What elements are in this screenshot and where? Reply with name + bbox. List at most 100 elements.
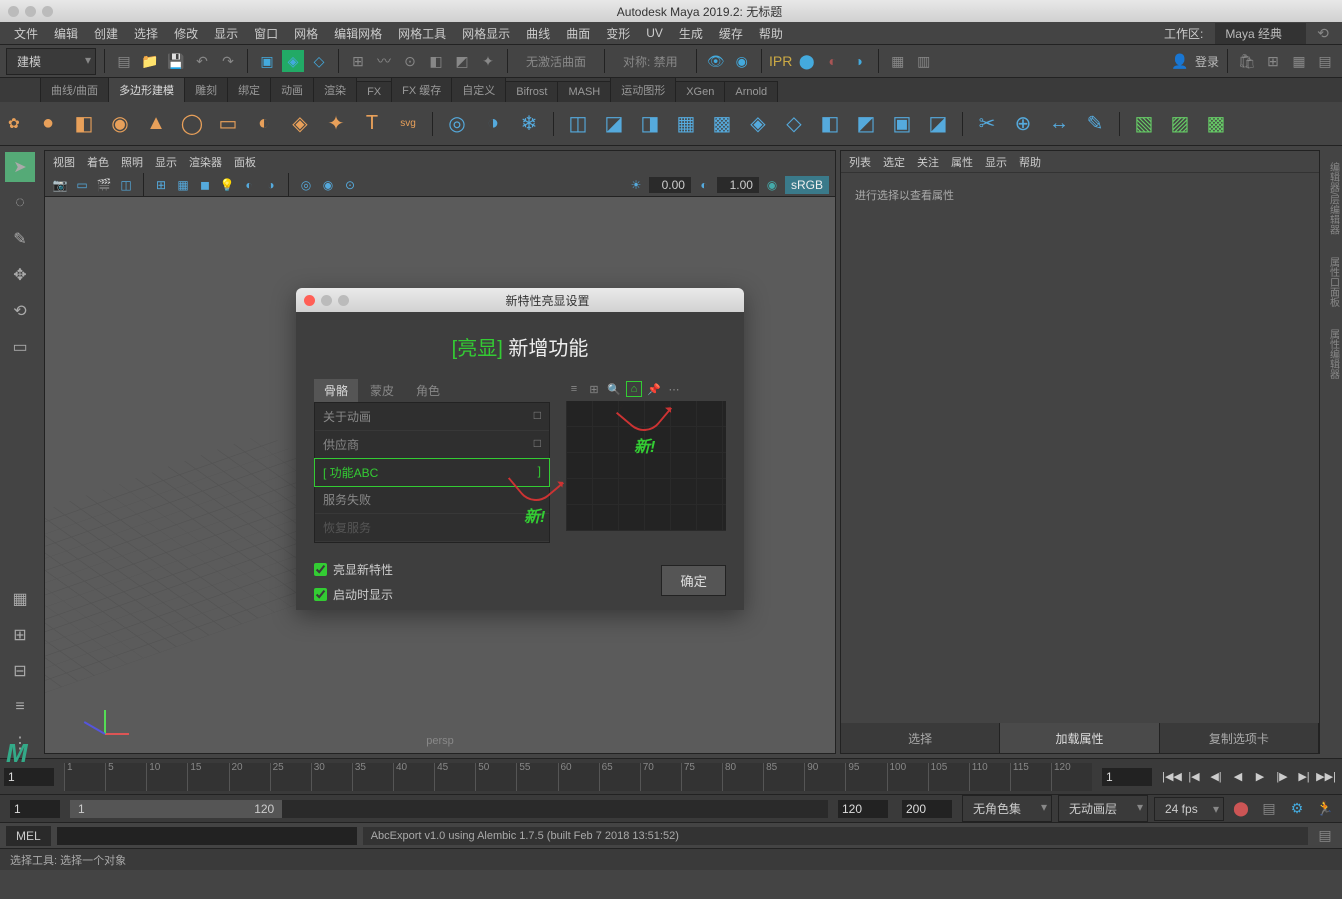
- save-icon[interactable]: 💾: [165, 50, 187, 72]
- vp-xray-icon[interactable]: ◉: [319, 176, 337, 194]
- shelf-cube-icon[interactable]: ◧: [68, 108, 100, 140]
- range-end2[interactable]: 200: [902, 800, 952, 818]
- lasso-tool-icon[interactable]: ◌: [5, 188, 35, 218]
- shelf-uv1-icon[interactable]: ▧: [1128, 108, 1160, 140]
- view-menu-item[interactable]: 显示: [155, 154, 177, 170]
- dialog-tab-character[interactable]: 角色: [406, 379, 450, 402]
- scale-tool-icon[interactable]: ▭: [5, 332, 35, 362]
- attr-menu-item[interactable]: 属性: [951, 154, 973, 170]
- select-paint-icon[interactable]: ◇: [308, 50, 330, 72]
- attr-menu-item[interactable]: 显示: [985, 154, 1007, 170]
- shelf-tab[interactable]: 自定义: [451, 77, 506, 102]
- mode-dropdown[interactable]: 建模: [6, 48, 96, 75]
- list-item[interactable]: 恢复服务: [315, 514, 549, 542]
- layout-d-icon[interactable]: ≡: [5, 692, 35, 722]
- workspace-selector[interactable]: 工作区: Maya 经典 ⟲: [1158, 22, 1334, 44]
- attr-tab-copy[interactable]: 复制选项卡: [1160, 723, 1319, 753]
- snap-curve-icon[interactable]: 〰: [373, 50, 395, 72]
- pv-list-icon[interactable]: ≡: [566, 381, 582, 397]
- login-text[interactable]: 登录: [1195, 53, 1219, 70]
- view-menu-item[interactable]: 渲染器: [189, 154, 222, 170]
- range-opts-icon[interactable]: ▤: [1258, 798, 1280, 820]
- menu-网格[interactable]: 网格: [288, 23, 324, 44]
- isolate-icon[interactable]: 👁: [705, 50, 727, 72]
- shelf-tab[interactable]: 雕刻: [184, 77, 228, 102]
- view-menu-item[interactable]: 着色: [87, 154, 109, 170]
- shelf-extrude-icon[interactable]: ◩: [850, 108, 882, 140]
- shelf-tab[interactable]: 运动图形: [610, 77, 676, 102]
- shelf-gear-icon[interactable]: ✿: [8, 115, 28, 132]
- snap-grid-icon[interactable]: ⊞: [347, 50, 369, 72]
- vp-shadow-icon[interactable]: ◐: [240, 176, 258, 194]
- time-slider[interactable]: 1 15101520253035404550556065707580859095…: [0, 758, 1342, 794]
- attr-menu-item[interactable]: 关注: [917, 154, 939, 170]
- shelf-cylinder-icon[interactable]: ◉: [104, 108, 136, 140]
- open-icon[interactable]: 📁: [139, 50, 161, 72]
- menu-编辑[interactable]: 编辑: [48, 23, 84, 44]
- shelf-connect-icon[interactable]: ↔: [1043, 108, 1075, 140]
- menu-网格显示[interactable]: 网格显示: [456, 23, 516, 44]
- menu-缓存[interactable]: 缓存: [713, 23, 749, 44]
- shelf-uv3-icon[interactable]: ▩: [1200, 108, 1232, 140]
- shelf-tab[interactable]: FX: [356, 81, 392, 102]
- shelf-sym-icon[interactable]: ◑: [477, 108, 509, 140]
- shelf-tab[interactable]: 渲染: [313, 77, 357, 102]
- symmetry-label[interactable]: 对称: 禁用: [613, 53, 688, 70]
- pv-opt-icon[interactable]: ⋯: [666, 381, 682, 397]
- vp-cm-icon[interactable]: ◉: [763, 176, 781, 194]
- viewport-toolbar[interactable]: 📷 ▭ 🎬 ◫ ⊞ ▦ ◼ 💡 ◐ ◑ ◎ ◉ ⊙ ☀ 0.00 ◐ 1.00 …: [45, 173, 835, 197]
- shelf-plane-icon[interactable]: ▭: [212, 108, 244, 140]
- shelf-cone-icon[interactable]: ▲: [140, 108, 172, 140]
- menu-修改[interactable]: 修改: [168, 23, 204, 44]
- paint-select-tool-icon[interactable]: ✎: [5, 224, 35, 254]
- close-icon[interactable]: [304, 295, 315, 306]
- step-back-icon[interactable]: ◀|: [1206, 767, 1226, 787]
- shelf-retopo-icon[interactable]: ◇: [778, 108, 810, 140]
- shelf-quad-draw-icon[interactable]: ✎: [1079, 108, 1111, 140]
- vp-grid-icon[interactable]: ⊞: [152, 176, 170, 194]
- character-set-dropdown[interactable]: 无角色集: [962, 795, 1052, 822]
- fps-dropdown[interactable]: 24 fps: [1154, 797, 1224, 821]
- select-lasso-icon[interactable]: ◈: [282, 50, 304, 72]
- command-line-bar[interactable]: MEL AbcExport v1.0 using Alembic 1.7.5 (…: [0, 822, 1342, 848]
- shelf-tab[interactable]: Arnold: [724, 81, 778, 102]
- render-region-icon[interactable]: ◐: [822, 50, 844, 72]
- snap-point-icon[interactable]: ⊙: [399, 50, 421, 72]
- attr-menu-bar[interactable]: 列表选定关注属性显示帮助: [841, 151, 1319, 173]
- layout-b-icon[interactable]: ⊞: [5, 620, 35, 650]
- traffic-lights[interactable]: [8, 6, 53, 17]
- play-fwd-icon[interactable]: ▶: [1250, 767, 1270, 787]
- vp-film-icon[interactable]: 🎬: [95, 176, 113, 194]
- range-start[interactable]: 1: [10, 800, 60, 818]
- script-lang-button[interactable]: MEL: [6, 826, 51, 846]
- human-ik-icon[interactable]: 🏃: [1314, 798, 1336, 820]
- new-icon[interactable]: ▤: [113, 50, 135, 72]
- time-current-end[interactable]: 1: [1102, 768, 1152, 786]
- vp-light-icon[interactable]: 💡: [218, 176, 236, 194]
- view-menu-item[interactable]: 视图: [53, 154, 75, 170]
- snap-live-icon[interactable]: ✦: [477, 50, 499, 72]
- goto-end-icon[interactable]: ▶▶|: [1316, 767, 1336, 787]
- vp-ao-icon[interactable]: ◑: [262, 176, 280, 194]
- shelf-snap-icon[interactable]: ❄: [513, 108, 545, 140]
- list-item[interactable]: 关于动画□: [315, 403, 549, 431]
- menu-文件[interactable]: 文件: [8, 23, 44, 44]
- marketplace-icon[interactable]: 🛍: [1236, 50, 1258, 72]
- render-icon[interactable]: ⬤: [796, 50, 818, 72]
- shelf-combine-icon[interactable]: ◫: [562, 108, 594, 140]
- layout-c-icon[interactable]: ⊟: [5, 656, 35, 686]
- menu-生成[interactable]: 生成: [673, 23, 709, 44]
- layout-outliner-icon[interactable]: ▤: [1314, 50, 1336, 72]
- pv-search-icon[interactable]: 🔍: [606, 381, 622, 397]
- workspace-dropdown[interactable]: Maya 经典: [1215, 23, 1306, 44]
- anim-prefs-icon[interactable]: ⚙: [1286, 798, 1308, 820]
- vp-res-icon[interactable]: ◫: [117, 176, 135, 194]
- shelf-tab[interactable]: 动画: [270, 77, 314, 102]
- menu-显示[interactable]: 显示: [208, 23, 244, 44]
- layout-4view-icon[interactable]: ⊞: [1262, 50, 1284, 72]
- anim-layer-dropdown[interactable]: 无动画层: [1058, 795, 1148, 822]
- vp-gate-icon[interactable]: ▭: [73, 176, 91, 194]
- menu-帮助[interactable]: 帮助: [753, 23, 789, 44]
- shelf-multi-cut-icon[interactable]: ✂: [971, 108, 1003, 140]
- command-input[interactable]: [57, 827, 357, 845]
